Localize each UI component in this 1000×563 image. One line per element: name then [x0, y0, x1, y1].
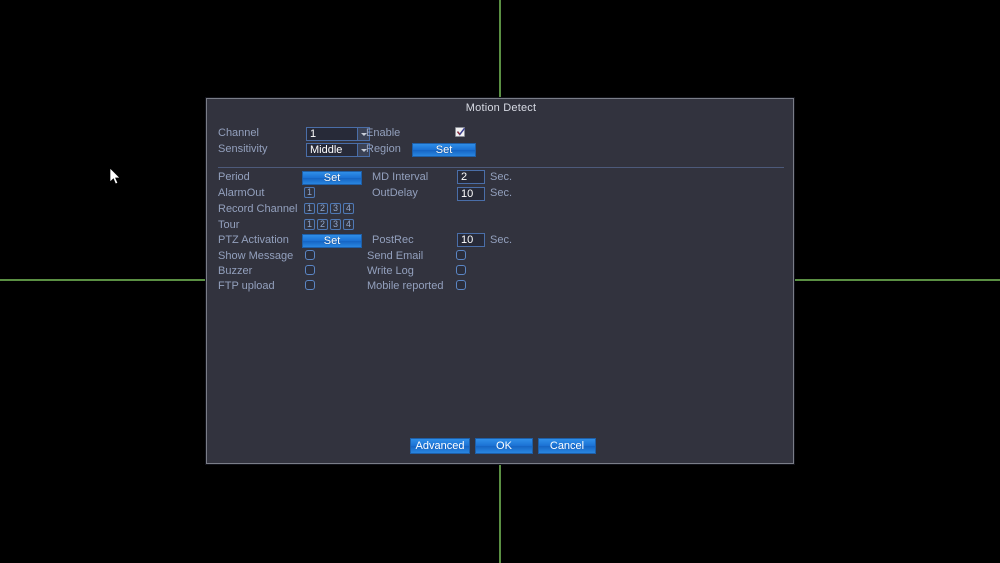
tour-label: Tour: [218, 219, 240, 231]
channel-select-value: 1: [310, 128, 317, 140]
out-delay-label: OutDelay: [372, 187, 418, 199]
send-email-label: Send Email: [367, 250, 424, 262]
alarm-out-label: AlarmOut: [218, 187, 265, 199]
md-interval-unit: Sec.: [490, 171, 513, 183]
sensitivity-select-value: Middle: [310, 144, 343, 156]
channel-select[interactable]: 1: [306, 127, 370, 141]
show-message-checkbox[interactable]: [305, 250, 315, 260]
write-log-checkbox[interactable]: [456, 265, 466, 275]
tour-box-2[interactable]: 2: [317, 219, 328, 230]
region-set-button[interactable]: Set: [412, 143, 476, 157]
tour-box-4[interactable]: 4: [343, 219, 354, 230]
post-rec-unit: Sec.: [490, 234, 513, 246]
buzzer-label: Buzzer: [218, 265, 253, 277]
sensitivity-label: Sensitivity: [218, 143, 268, 155]
ptz-activation-label: PTZ Activation: [218, 234, 289, 246]
mobile-reported-label: Mobile reported: [367, 280, 444, 292]
advanced-button[interactable]: Advanced: [410, 438, 470, 454]
region-label: Region: [366, 143, 401, 155]
out-delay-unit: Sec.: [490, 187, 513, 199]
ptz-activation-set-button[interactable]: Set: [302, 234, 362, 248]
enable-checkbox[interactable]: [455, 127, 466, 137]
send-email-checkbox[interactable]: [456, 250, 466, 260]
md-interval-label: MD Interval: [372, 171, 429, 183]
md-interval-input[interactable]: 2: [457, 170, 485, 184]
sensitivity-select[interactable]: Middle: [306, 143, 370, 157]
post-rec-input[interactable]: 10: [457, 233, 485, 247]
period-set-button[interactable]: Set: [302, 171, 362, 185]
tour-box-1[interactable]: 1: [304, 219, 315, 230]
record-channel-label: Record Channel: [218, 203, 298, 215]
record-channel-box-4[interactable]: 4: [343, 203, 354, 214]
tour-box-3[interactable]: 3: [330, 219, 341, 230]
period-label: Period: [218, 171, 250, 183]
ftp-upload-label: FTP upload: [218, 280, 275, 292]
alarm-out-box-1[interactable]: 1: [304, 187, 315, 198]
post-rec-label: PostRec: [372, 234, 414, 246]
write-log-label: Write Log: [367, 265, 414, 277]
record-channel-box-2[interactable]: 2: [317, 203, 328, 214]
ftp-upload-checkbox[interactable]: [305, 280, 315, 290]
show-message-label: Show Message: [218, 250, 294, 262]
buzzer-checkbox[interactable]: [305, 265, 315, 275]
channel-label: Channel: [218, 127, 259, 139]
cancel-button[interactable]: Cancel: [538, 438, 596, 454]
out-delay-input[interactable]: 10: [457, 187, 485, 201]
mobile-reported-checkbox[interactable]: [456, 280, 466, 290]
dialog-title: Motion Detect: [465, 102, 537, 114]
enable-label: Enable: [366, 127, 401, 139]
dialog-button-bar: Advanced OK Cancel: [207, 438, 795, 458]
section-divider: [218, 167, 784, 168]
check-icon: [456, 127, 466, 136]
ok-button[interactable]: OK: [475, 438, 533, 454]
record-channel-box-3[interactable]: 3: [330, 203, 341, 214]
motion-detect-dialog: Motion Detect Channel 1 Enable Sensitivi…: [206, 98, 794, 464]
record-channel-box-1[interactable]: 1: [304, 203, 315, 214]
